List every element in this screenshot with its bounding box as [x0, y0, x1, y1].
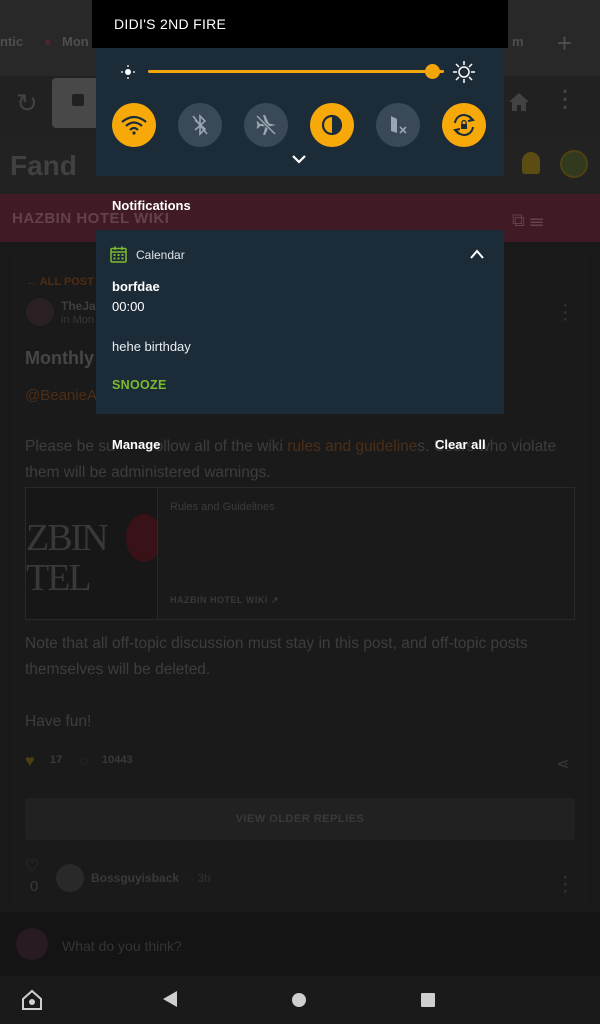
rotate-icon	[452, 114, 476, 136]
wifi-icon	[121, 115, 147, 135]
device-name: DIDI'S 2ND FIRE	[114, 16, 227, 32]
notification-title: borfdae	[112, 279, 160, 294]
collapse-chevron-icon[interactable]	[468, 248, 486, 260]
expand-chevron-icon[interactable]	[290, 152, 308, 166]
notification-body: hehe birthday	[112, 339, 191, 354]
snooze-button[interactable]: SNOOZE	[112, 378, 167, 392]
bluetooth-off-icon	[192, 114, 208, 136]
home-menu-icon[interactable]	[20, 988, 44, 1012]
brightness-slider[interactable]	[148, 70, 444, 73]
airplane-off-icon	[255, 114, 277, 136]
airplane-tile[interactable]	[244, 103, 288, 147]
clear-all-button[interactable]: Clear all	[435, 437, 486, 452]
home-button-icon[interactable]	[292, 993, 306, 1007]
back-icon[interactable]	[163, 991, 177, 1007]
brightness-low-icon	[121, 65, 135, 79]
notification-app-name: Calendar	[136, 248, 185, 262]
contrast-icon	[321, 114, 343, 136]
blue-shade-tile[interactable]	[310, 103, 354, 147]
notifications-heading: Notifications	[112, 198, 191, 213]
recent-apps-icon[interactable]	[421, 993, 435, 1007]
wifi-tile[interactable]	[112, 103, 156, 147]
do-not-disturb-tile[interactable]	[376, 103, 420, 147]
manage-button[interactable]: Manage	[112, 437, 160, 452]
calendar-icon	[110, 246, 127, 263]
brightness-high-icon	[453, 61, 475, 83]
auto-rotate-tile[interactable]	[442, 103, 486, 147]
dnd-off-icon	[391, 116, 407, 134]
notification-time: 00:00	[112, 299, 145, 314]
device-screen: ntic ● Mon m + ↻ · · · Fand HAZBIN HOTEL W…	[0, 0, 600, 1024]
bluetooth-tile[interactable]	[178, 103, 222, 147]
